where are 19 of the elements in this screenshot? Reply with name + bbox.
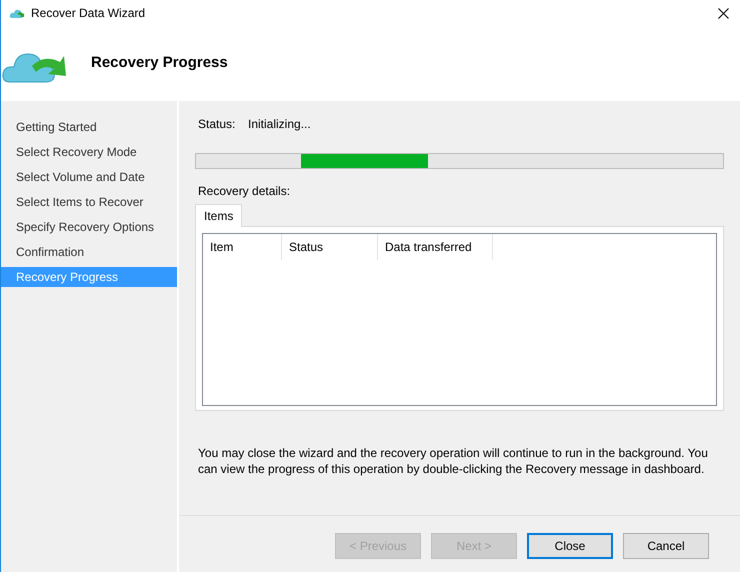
tab[interactable]: Items [195, 204, 242, 227]
wizard-step[interactable]: Select Volume and Date [1, 167, 177, 187]
status-value: Initializing... [248, 116, 311, 133]
page-heading: Recovery Progress [91, 53, 228, 74]
info-text: You may close the wizard and the recovery operation will continue to run in the background. You can view the progress of this operation by double-clicking the Recovery message in dashboard. [198, 445, 709, 477]
wizard-step[interactable]: Select Recovery Mode [1, 142, 177, 162]
wizard-step[interactable]: Confirmation [1, 242, 177, 262]
column-header[interactable]: Data transferred [378, 234, 493, 260]
wizard-step[interactable]: Specify Recovery Options [1, 217, 177, 237]
column-header[interactable]: Status [282, 234, 378, 260]
status-label: Status: [198, 116, 236, 133]
wizard-button[interactable]: Close [527, 533, 613, 559]
column-header[interactable]: Item [203, 234, 282, 260]
wizard-button[interactable]: Cancel [623, 533, 709, 559]
window-title: Recover Data Wizard [31, 5, 146, 22]
cloud-icon [9, 8, 25, 18]
details-label: Recovery details: [198, 183, 292, 200]
wizard-step[interactable]: Select Items to Recover [1, 192, 177, 212]
wizard-step[interactable]: Getting Started [1, 117, 177, 137]
